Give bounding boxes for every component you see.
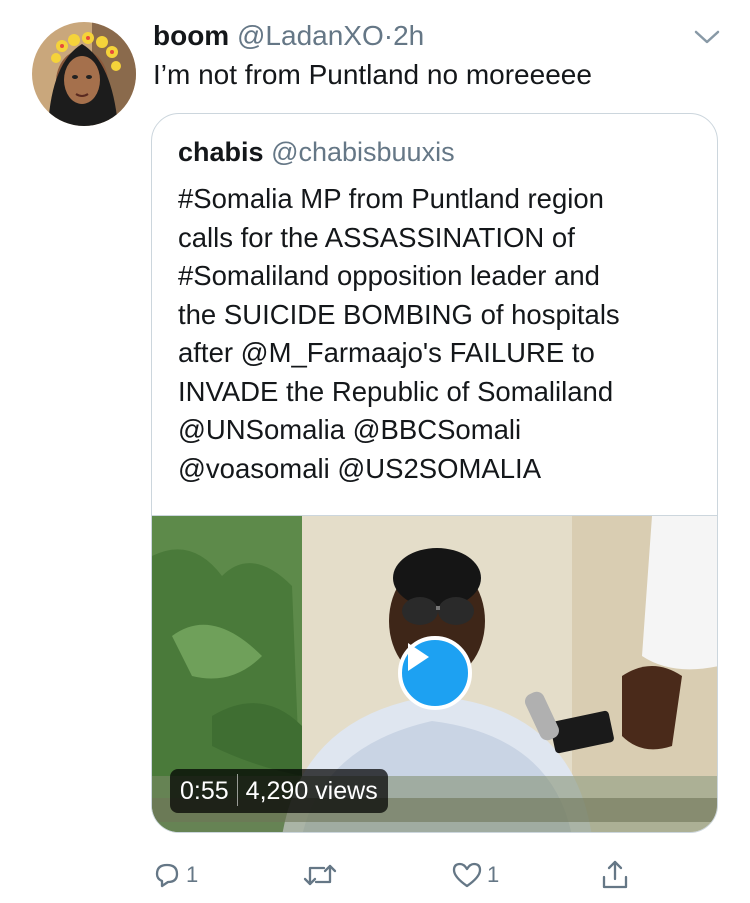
share-icon — [602, 860, 628, 889]
author-name[interactable]: boom — [153, 20, 229, 51]
video-player[interactable]: 0:55 4,290 views — [152, 515, 717, 832]
retweet-button[interactable] — [302, 855, 342, 895]
tweet-header: boom @LadanXO·2h — [153, 18, 424, 54]
divider — [236, 774, 238, 807]
avatar[interactable] — [32, 22, 136, 126]
quoted-text-line: calls for the ASSASSINATION of — [178, 221, 575, 253]
tweet-text: I’m not from Puntland no moreeeee — [153, 59, 592, 90]
quoted-text-line: #Somalia MP from Puntland region — [178, 183, 604, 214]
chevron-down-icon[interactable] — [690, 26, 724, 48]
quoted-text-line: INVADE the Republic of Somaliland — [178, 375, 614, 407]
action-bar: 1 1 — [0, 855, 750, 895]
quoted-tweet-text: #Somalia MP from Puntland region calls f… — [178, 180, 708, 488]
quoted-text-line: #Somaliland opposition leader and — [178, 260, 600, 291]
reply-icon — [155, 863, 179, 888]
reply-count: 1 — [186, 862, 199, 887]
quoted-tweet[interactable]: chabis @chabisbuuxis #Somalia MP from Pu… — [151, 113, 718, 833]
reply-button[interactable]: 1 — [152, 855, 198, 895]
quoted-text-line: @UNSomalia @BBCSomali — [178, 414, 522, 445]
like-count: 1 — [487, 862, 500, 887]
like-button[interactable]: 1 — [451, 855, 499, 895]
quoted-author-name: chabis — [178, 137, 264, 167]
tweet-time[interactable]: 2h — [393, 20, 424, 51]
video-views: 4,290 views — [245, 777, 378, 805]
quoted-author-handle: @chabisbuuxis — [271, 137, 455, 167]
quoted-text-line: the SUICIDE BOMBING of hospitals — [178, 298, 620, 330]
play-button[interactable] — [398, 636, 472, 710]
retweet-icon — [303, 864, 337, 886]
quoted-text-line: after @M_Farmaajo's FAILURE to — [178, 337, 595, 368]
author-handle[interactable]: @LadanXO — [237, 20, 384, 51]
quoted-text-line: @voasomali @US2SOMALIA — [178, 452, 542, 484]
video-stats-badge: 0:55 4,290 views — [170, 769, 388, 813]
share-button[interactable] — [600, 855, 630, 895]
separator-dot: · — [383, 20, 394, 51]
video-duration: 0:55 — [180, 777, 229, 805]
play-icon — [408, 643, 429, 671]
avatar-image — [32, 22, 136, 126]
quoted-tweet-header: chabis @chabisbuuxis — [178, 134, 455, 170]
heart-icon — [452, 862, 482, 888]
